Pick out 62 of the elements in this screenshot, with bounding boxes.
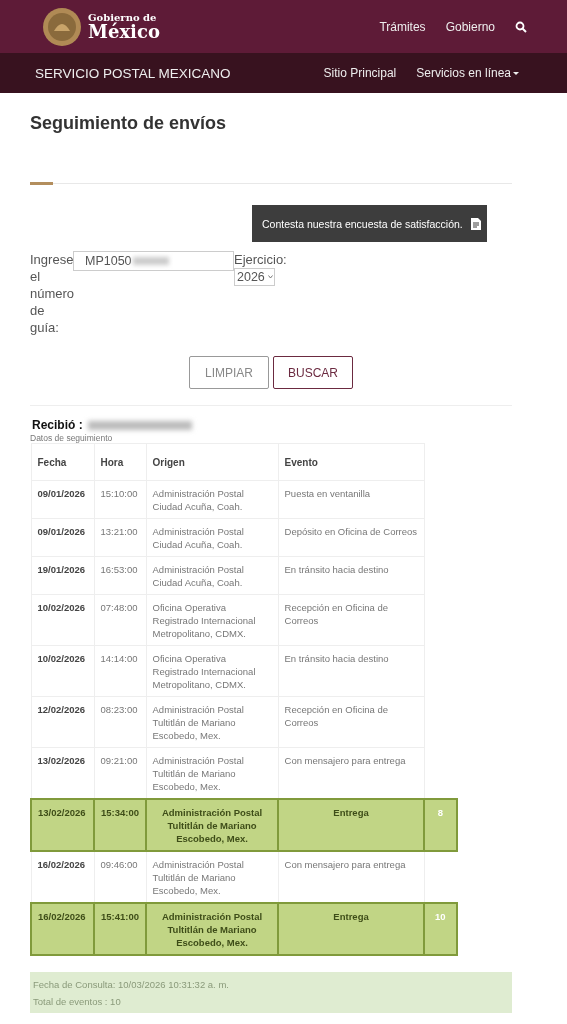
survey-banner[interactable]: Contesta nuestra encuesta de satisfacción.	[252, 205, 487, 242]
column-header: Hora	[94, 443, 147, 481]
column-header: Evento	[278, 443, 425, 481]
table-cell: Administración Postal Ciudad Acuña, Coah.	[146, 480, 279, 519]
table-cell: 13:21:00	[94, 518, 147, 557]
logo-text: México	[88, 22, 160, 41]
table-cell: 10/02/2026	[31, 645, 94, 697]
summary-text: Fecha de Consulta: 10/03/2026 10:31:32 a. m.	[33, 978, 230, 992]
table-cell: 12/02/2026	[31, 696, 94, 748]
clear-button[interactable]: LIMPIAR	[189, 356, 269, 389]
table-cell: 16:53:00	[94, 556, 147, 595]
search-icon[interactable]	[515, 20, 527, 33]
table-cell: Recepción en Oficina de Correos	[278, 696, 425, 748]
nav-link[interactable]: Servicios en línea	[416, 66, 519, 80]
table-caption: Datos de seguimiento	[30, 433, 114, 443]
table-cell: 10	[424, 903, 457, 955]
table-cell: 13/02/2026	[31, 799, 94, 851]
table-cell: En tránsito hacia destino	[278, 645, 425, 697]
table-cell: 09/01/2026	[31, 518, 94, 557]
table-cell: Entrega	[278, 799, 425, 851]
table-cell: 15:41:00	[94, 903, 147, 955]
table-cell: Puesta en ventanilla	[278, 480, 425, 519]
table-cell: 19/01/2026	[31, 556, 94, 595]
chevron-icon	[267, 275, 273, 279]
table-cell: 14:14:00	[94, 645, 147, 697]
table-cell: Oficina Operativa Registrado Internacional Metropolitano, CDMX.	[146, 645, 279, 697]
site-title: SERVICIO POSTAL MEXICANO	[35, 65, 232, 81]
search-button[interactable]: BUSCAR	[273, 356, 353, 389]
table-cell: 8	[424, 799, 457, 851]
nav-link[interactable]: Gobierno	[445, 19, 495, 34]
table-cell: Administración Postal Tultitlán de Mariano Escobedo, Mex.	[146, 903, 279, 955]
page-title: Seguimiento de envíos	[30, 112, 228, 135]
table-cell: 16/02/2026	[31, 903, 94, 955]
logo-text: Gobierno de	[88, 12, 157, 23]
table-cell: Administración Postal Ciudad Acuña, Coah.	[146, 556, 279, 595]
document-icon	[470, 217, 481, 230]
table-cell: 09/01/2026	[31, 480, 94, 519]
seal-icon	[42, 6, 82, 47]
column-header: Origen	[146, 443, 279, 481]
table-cell: Administración Postal Ciudad Acuña, Coah.	[146, 518, 279, 557]
table-cell: Entrega	[278, 903, 425, 955]
year-select[interactable]: 2026	[234, 268, 275, 286]
nav-link[interactable]: Sitio Principal	[323, 66, 397, 80]
table-cell: En tránsito hacia destino	[278, 556, 425, 595]
table-cell: 15:10:00	[94, 480, 147, 519]
table-cell: 08:23:00	[94, 696, 147, 748]
field-label: Ejercicio:	[234, 251, 287, 268]
table-cell: Depósito en Oficina de Correos	[278, 518, 425, 557]
table-cell: 15:34:00	[94, 799, 147, 851]
nav-link[interactable]: Trámites	[379, 19, 426, 34]
table-cell: 07:48:00	[94, 594, 147, 646]
column-header: Fecha	[31, 443, 94, 481]
table-cell: Oficina Operativa Registrado Internacional Metropolitano, CDMX.	[146, 594, 279, 646]
summary-text: Total de eventos : 10	[33, 995, 122, 1009]
table-cell: Recepción en Oficina de Correos	[278, 594, 425, 646]
accent-bar	[30, 182, 53, 185]
recipient-label: Recibió :	[32, 418, 83, 432]
table-cell: Administración Postal Tultitlán de Mariano Escobedo, Mex.	[146, 696, 279, 748]
field-label: Ingrese el número de guía:	[30, 251, 73, 336]
table-cell: 10/02/2026	[31, 594, 94, 646]
table-cell: Administración Postal Tultitlán de Mariano Escobedo, Mex.	[146, 799, 279, 851]
tracking-number-field[interactable]: MP1050	[73, 251, 234, 271]
